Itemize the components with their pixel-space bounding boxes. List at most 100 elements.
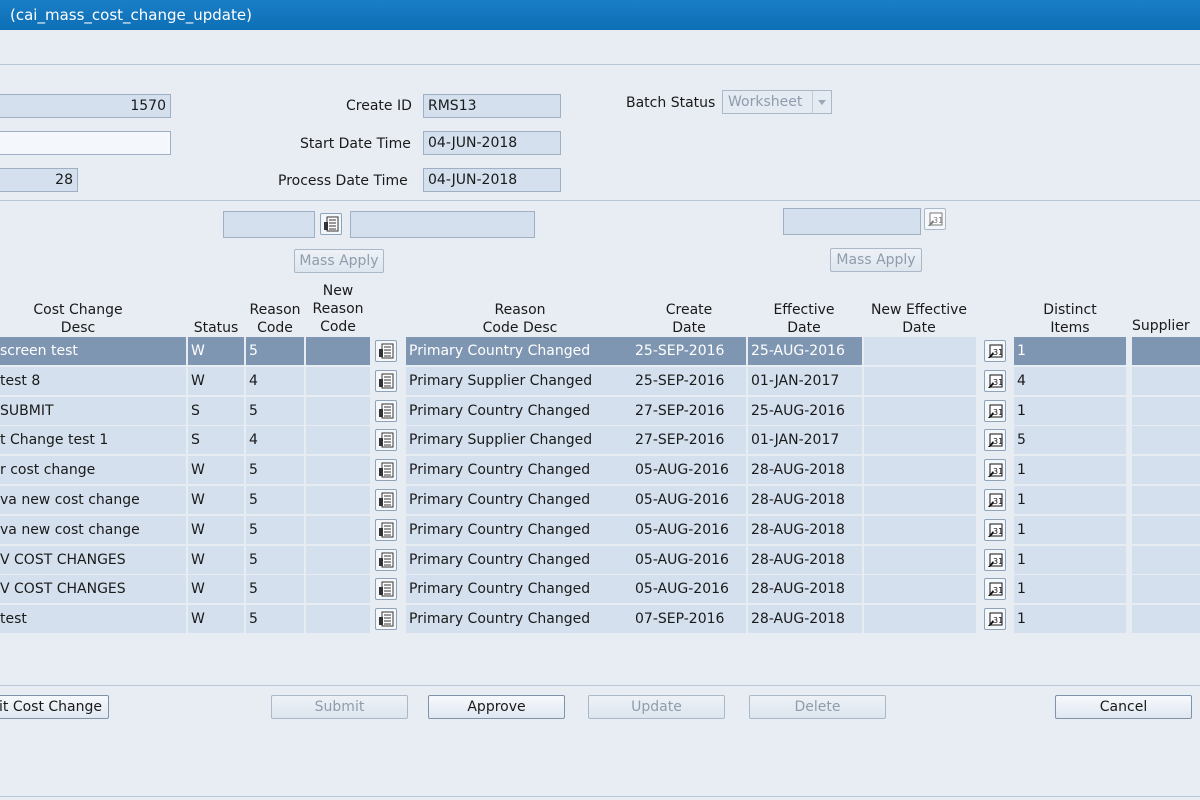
mass-apply-reason-button[interactable]: Mass Apply xyxy=(294,249,384,273)
mass-apply-date-button[interactable]: Mass Apply xyxy=(830,248,922,272)
reason-code-lov-button[interactable] xyxy=(375,518,397,541)
cell-reason-code[interactable]: 5 xyxy=(246,337,304,365)
cell-cost-change-desc[interactable]: test 8 xyxy=(0,366,186,395)
cell-reason-code[interactable]: 5 xyxy=(246,575,304,604)
cell-supplier[interactable] xyxy=(1132,366,1200,395)
cell-supplier[interactable] xyxy=(1132,396,1200,425)
reason-code-lov-button[interactable] xyxy=(375,399,397,422)
column-header-new-reason-code[interactable]: New Reason Code xyxy=(306,282,370,336)
cell-reason-code[interactable]: 4 xyxy=(246,366,304,395)
cell-status[interactable]: S xyxy=(188,426,244,455)
cell-new-effective-date[interactable] xyxy=(864,366,976,395)
cell-reason-code-desc[interactable]: Primary Supplier Changed xyxy=(406,426,632,455)
cell-new-reason-code[interactable] xyxy=(306,337,370,365)
cell-new-reason-code[interactable] xyxy=(306,456,370,485)
cell-reason-code[interactable]: 5 xyxy=(246,456,304,485)
column-header-status[interactable]: Status xyxy=(188,319,244,337)
reason-code-lov-button[interactable] xyxy=(375,369,397,392)
cell-effective-date[interactable]: 25-AUG-2016 xyxy=(748,396,862,425)
cell-new-effective-date[interactable] xyxy=(864,426,976,455)
batch-status-select[interactable]: Worksheet xyxy=(722,90,832,114)
cell-effective-date[interactable]: 28-AUG-2018 xyxy=(748,456,862,485)
cell-status[interactable]: W xyxy=(188,486,244,514)
cell-supplier[interactable] xyxy=(1132,605,1200,634)
cell-status[interactable]: S xyxy=(188,396,244,425)
cell-new-reason-code[interactable] xyxy=(306,426,370,455)
cell-effective-date[interactable]: 28-AUG-2018 xyxy=(748,486,862,514)
column-header-effective-date[interactable]: Effective Date xyxy=(748,301,860,337)
cell-new-reason-code[interactable] xyxy=(306,396,370,425)
batch-description-field[interactable] xyxy=(0,131,171,155)
cell-new-reason-code[interactable] xyxy=(306,366,370,395)
mass-reason-code-field[interactable] xyxy=(223,211,315,238)
cell-new-effective-date[interactable] xyxy=(864,575,976,604)
cell-create-date[interactable]: 07-SEP-2016 xyxy=(632,605,746,634)
delete-button[interactable]: Delete xyxy=(749,695,886,719)
cell-distinct-items[interactable]: 1 xyxy=(1014,515,1126,544)
cell-distinct-items[interactable]: 1 xyxy=(1014,605,1126,634)
cell-supplier[interactable] xyxy=(1132,426,1200,455)
column-header-create-date[interactable]: Create Date xyxy=(634,301,744,337)
cell-create-date[interactable]: 25-SEP-2016 xyxy=(632,366,746,395)
cell-effective-date[interactable]: 28-AUG-2018 xyxy=(748,575,862,604)
reason-code-lov-button[interactable] xyxy=(375,489,397,511)
cell-effective-date[interactable]: 28-AUG-2018 xyxy=(748,545,862,574)
calendar-button[interactable]: 31 xyxy=(984,578,1006,601)
cell-create-date[interactable]: 27-SEP-2016 xyxy=(632,426,746,455)
cell-distinct-items[interactable]: 1 xyxy=(1014,337,1126,365)
cell-cost-change-desc[interactable]: SUBMIT xyxy=(0,396,186,425)
total-items-field[interactable]: 28 xyxy=(0,168,78,192)
cell-cost-change-desc[interactable]: screen test xyxy=(0,337,186,365)
cell-reason-code-desc[interactable]: Primary Country Changed xyxy=(406,545,632,574)
cell-new-effective-date[interactable] xyxy=(864,456,976,485)
cell-create-date[interactable]: 05-AUG-2016 xyxy=(632,456,746,485)
column-header-reason-code[interactable]: Reason Code xyxy=(246,301,304,337)
cell-create-date[interactable]: 25-SEP-2016 xyxy=(632,337,746,365)
process-date-field[interactable]: 04-JUN-2018 xyxy=(423,168,561,192)
reason-code-lov-button[interactable] xyxy=(375,578,397,601)
cell-reason-code-desc[interactable]: Primary Country Changed xyxy=(406,456,632,485)
cell-new-effective-date[interactable] xyxy=(864,515,976,544)
cell-reason-code-desc[interactable]: Primary Country Changed xyxy=(406,515,632,544)
cell-distinct-items[interactable]: 1 xyxy=(1014,396,1126,425)
submit-button[interactable]: Submit xyxy=(271,695,408,719)
cell-new-reason-code[interactable] xyxy=(306,545,370,574)
cell-effective-date[interactable]: 01-JAN-2017 xyxy=(748,366,862,395)
cell-new-effective-date[interactable] xyxy=(864,486,976,514)
cell-new-reason-code[interactable] xyxy=(306,486,370,514)
cell-status[interactable]: W xyxy=(188,545,244,574)
calendar-button[interactable]: 31 xyxy=(984,399,1006,422)
reason-code-lov-button[interactable] xyxy=(375,459,397,482)
column-header-distinct-items[interactable]: Distinct Items xyxy=(1014,301,1126,337)
cell-status[interactable]: W xyxy=(188,575,244,604)
calendar-button[interactable]: 31 xyxy=(984,459,1006,482)
cell-create-date[interactable]: 05-AUG-2016 xyxy=(632,545,746,574)
calendar-button[interactable]: 31 xyxy=(984,489,1006,511)
cell-distinct-items[interactable]: 1 xyxy=(1014,575,1126,604)
cell-new-reason-code[interactable] xyxy=(306,605,370,634)
cell-supplier[interactable] xyxy=(1132,456,1200,485)
cell-cost-change-desc[interactable]: r cost change xyxy=(0,456,186,485)
cell-reason-code-desc[interactable]: Primary Supplier Changed xyxy=(406,366,632,395)
cell-effective-date[interactable]: 28-AUG-2018 xyxy=(748,605,862,634)
column-header-cost-change-desc[interactable]: Cost Change Desc xyxy=(3,301,153,337)
reason-code-lov-button[interactable] xyxy=(375,429,397,452)
cell-effective-date[interactable]: 01-JAN-2017 xyxy=(748,426,862,455)
cell-distinct-items[interactable]: 1 xyxy=(1014,456,1126,485)
cell-new-effective-date[interactable] xyxy=(864,396,976,425)
cell-distinct-items[interactable]: 5 xyxy=(1014,426,1126,455)
cell-distinct-items[interactable]: 4 xyxy=(1014,366,1126,395)
cell-effective-date[interactable]: 25-AUG-2016 xyxy=(748,337,862,365)
cell-supplier[interactable] xyxy=(1132,545,1200,574)
cell-create-date[interactable]: 27-SEP-2016 xyxy=(632,396,746,425)
calendar-button[interactable]: 31 xyxy=(924,208,946,230)
calendar-button[interactable]: 31 xyxy=(984,340,1006,362)
calendar-button[interactable]: 31 xyxy=(984,608,1006,631)
reason-code-lov-button[interactable] xyxy=(375,340,397,362)
update-button[interactable]: Update xyxy=(588,695,725,719)
cell-reason-code[interactable]: 5 xyxy=(246,545,304,574)
cell-cost-change-desc[interactable]: test xyxy=(0,605,186,634)
reason-code-lov-button[interactable] xyxy=(375,608,397,631)
cell-cost-change-desc[interactable]: va new cost change xyxy=(0,486,186,514)
cell-reason-code-desc[interactable]: Primary Country Changed xyxy=(406,486,632,514)
